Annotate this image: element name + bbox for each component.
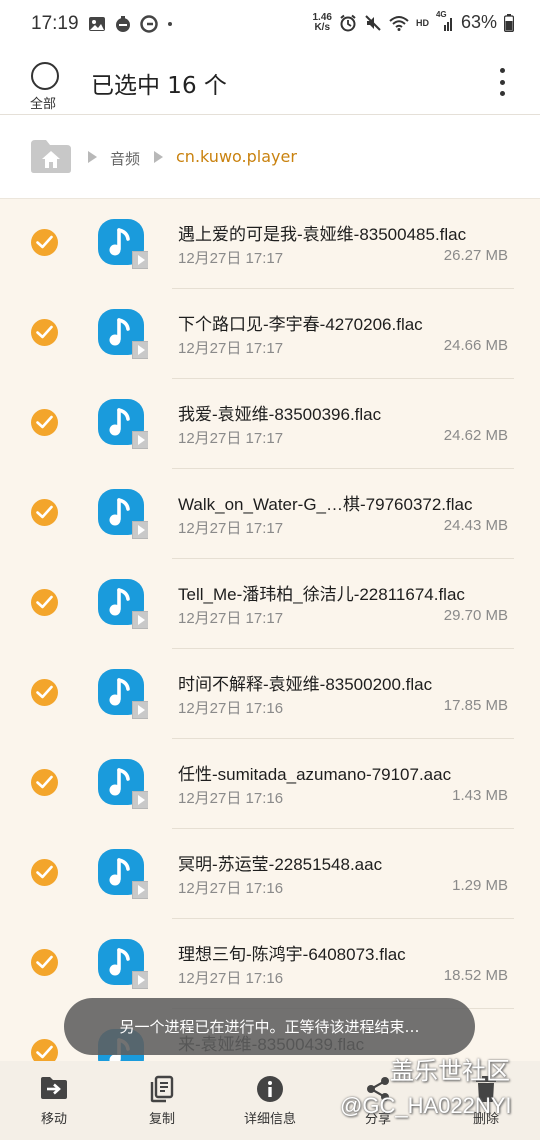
checked-icon[interactable]: [31, 769, 58, 796]
music-file-icon: [98, 399, 148, 449]
move-button[interactable]: 移动: [0, 1061, 108, 1140]
file-row[interactable]: Tell_Me-潘玮柏_徐洁儿-22811674.flac 12月27日 17:…: [0, 559, 540, 649]
status-bar: 17:19 1.46 K/s HD 4G 63%: [0, 0, 540, 52]
file-size: 24.43 MB: [443, 517, 508, 534]
music-file-icon: [98, 759, 148, 809]
breadcrumb: 音频 cn.kuwo.player: [0, 115, 540, 199]
checked-icon[interactable]: [31, 679, 58, 706]
status-left-icons: [88, 15, 174, 33]
details-label: 详细信息: [243, 1112, 296, 1127]
file-name: 任性-sumitada_azumano-79107.aac: [178, 765, 452, 784]
file-row[interactable]: 理想三旬-陈鸿宇-6408073.flac 12月27日 17:16 18.52…: [0, 919, 540, 1009]
file-name: 遇上爱的可是我-袁娅维-83500485.flac: [178, 225, 467, 244]
music-file-icon: [98, 489, 148, 539]
file-size: 29.70 MB: [443, 607, 508, 624]
breadcrumb-chevron-icon: [154, 151, 163, 163]
file-name: Tell_Me-潘玮柏_徐洁儿-22811674.flac: [178, 585, 465, 604]
file-size: 1.43 MB: [452, 787, 508, 804]
music-file-icon: [98, 939, 148, 989]
network-speed-value: 1.46: [312, 11, 332, 23]
file-date: 12月27日 17:16: [178, 790, 284, 807]
file-row[interactable]: 任性-sumitada_azumano-79107.aac 12月27日 17:…: [0, 739, 540, 829]
music-file-icon: [98, 579, 148, 629]
battery-percent: 63%: [460, 12, 497, 32]
file-date: 12月27日 17:17: [178, 250, 284, 267]
status-right-icons: 1.46 K/s HD 4G 63%: [312, 10, 514, 33]
file-row[interactable]: 我爱-袁娅维-83500396.flac 12月27日 17:17 24.62 …: [0, 379, 540, 469]
move-icon: [41, 1077, 67, 1099]
file-row[interactable]: 时间不解释-袁娅维-83500200.flac 12月27日 17:16 17.…: [0, 649, 540, 739]
wifi-icon: [389, 15, 409, 31]
file-size: 24.66 MB: [443, 337, 508, 354]
breadcrumb-current-folder[interactable]: cn.kuwo.player: [176, 147, 297, 166]
battery-icon: [504, 13, 514, 32]
select-all-circle[interactable]: [31, 62, 59, 90]
file-name: Walk_on_Water-G_…棋-79760372.flac: [178, 495, 473, 514]
file-list: 遇上爱的可是我-袁娅维-83500485.flac 12月27日 17:17 2…: [0, 199, 540, 1099]
file-name: 理想三旬-陈鸿宇-6408073.flac: [178, 945, 406, 964]
checked-icon[interactable]: [31, 229, 58, 256]
file-name: 下个路口见-李宇春-4270206.flac: [178, 315, 423, 334]
info-icon: [257, 1076, 283, 1102]
file-size: 26.27 MB: [443, 247, 508, 264]
selection-count-title: 已选中 16 个: [91, 73, 227, 99]
breadcrumb-audio[interactable]: 音频: [110, 148, 140, 169]
move-label: 移动: [40, 1112, 67, 1127]
file-date: 12月27日 17:17: [178, 340, 284, 357]
file-row[interactable]: 下个路口见-李宇春-4270206.flac 12月27日 17:17 24.6…: [0, 289, 540, 379]
watermark-text: 盖乐世社区: [390, 1057, 510, 1085]
file-size: 1.29 MB: [452, 877, 508, 894]
toast-message: 另一个进程已在进行中。正等待该进程结束…: [64, 998, 475, 1055]
file-date: 12月27日 17:16: [178, 970, 284, 987]
file-date: 12月27日 17:17: [178, 430, 284, 447]
network-speed: 1.46 K/s: [312, 11, 332, 33]
watermark-handle: @GC_HA022NYI: [340, 1093, 512, 1118]
copy-button[interactable]: 复制: [108, 1061, 216, 1140]
home-icon[interactable]: [30, 138, 72, 174]
file-date: 12月27日 17:17: [178, 610, 284, 627]
file-name: 时间不解释-袁娅维-83500200.flac: [178, 675, 433, 694]
file-row[interactable]: 冥明-苏运莹-22851548.aac 12月27日 17:16 1.29 MB: [0, 829, 540, 919]
file-size: 18.52 MB: [443, 967, 508, 984]
checked-icon[interactable]: [31, 499, 58, 526]
app-icon: [140, 15, 158, 33]
music-file-icon: [98, 219, 148, 269]
mute-icon: [365, 14, 381, 31]
clean-icon: [116, 16, 130, 32]
file-name: 我爱-袁娅维-83500396.flac: [178, 405, 382, 424]
gallery-icon: [89, 17, 105, 31]
signal-icon: 4G: [436, 10, 454, 32]
copy-icon: [150, 1075, 174, 1103]
checked-icon[interactable]: [31, 949, 58, 976]
file-row[interactable]: Walk_on_Water-G_…棋-79760372.flac 12月27日 …: [0, 469, 540, 559]
music-file-icon: [98, 849, 148, 899]
network-speed-unit: K/s: [314, 21, 331, 33]
checked-icon[interactable]: [31, 589, 58, 616]
more-options-icon[interactable]: [496, 68, 508, 96]
selection-header: 全部 已选中 16 个: [0, 52, 540, 114]
breadcrumb-chevron-icon: [88, 151, 97, 163]
checked-icon[interactable]: [31, 319, 58, 346]
file-date: 12月27日 17:16: [178, 880, 284, 897]
checked-icon[interactable]: [31, 859, 58, 886]
file-date: 12月27日 17:17: [178, 520, 284, 537]
music-file-icon: [98, 309, 148, 359]
status-time: 17:19: [31, 13, 79, 34]
checked-icon[interactable]: [31, 409, 58, 436]
file-size: 24.62 MB: [443, 427, 508, 444]
file-row[interactable]: 遇上爱的可是我-袁娅维-83500485.flac 12月27日 17:17 2…: [0, 199, 540, 289]
dot-icon: [168, 22, 172, 26]
hd-label: HD: [415, 17, 429, 28]
select-all-checkbox[interactable]: 全部: [27, 62, 63, 112]
alarm-icon: [340, 14, 356, 31]
file-size: 17.85 MB: [443, 697, 508, 714]
file-name: 冥明-苏运莹-22851548.aac: [178, 855, 383, 874]
file-date: 12月27日 17:16: [178, 700, 284, 717]
music-file-icon: [98, 669, 148, 719]
copy-label: 复制: [148, 1112, 175, 1127]
details-button[interactable]: 详细信息: [216, 1061, 324, 1140]
select-all-label: 全部: [29, 97, 56, 112]
